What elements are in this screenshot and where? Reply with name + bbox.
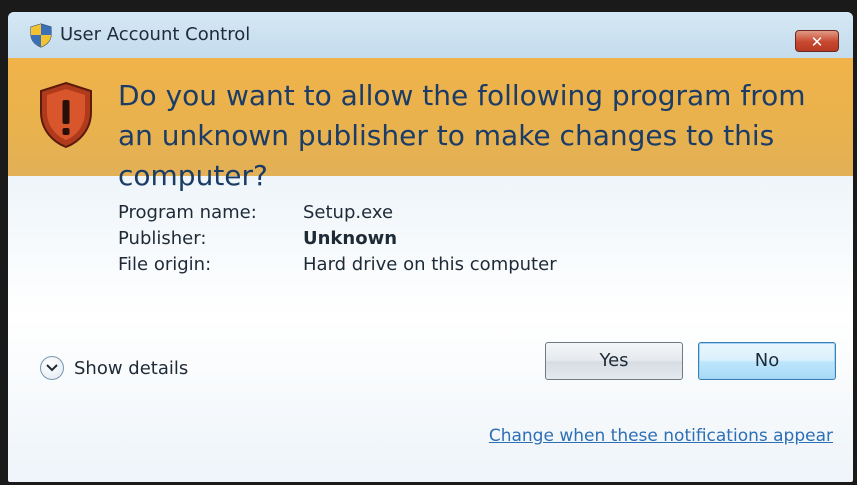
warning-shield-icon — [36, 80, 96, 150]
title-bar: User Account Control ✕ — [8, 12, 853, 58]
no-button[interactable]: No — [698, 342, 836, 380]
publisher-value: Unknown — [303, 228, 398, 249]
change-notifications-link[interactable]: Change when these notifications appear — [489, 426, 833, 446]
uac-shield-icon — [28, 22, 54, 48]
publisher-label: Publisher: — [118, 228, 207, 249]
program-name-label: Program name: — [118, 202, 257, 223]
chevron-down-icon[interactable] — [40, 356, 64, 380]
show-details-label[interactable]: Show details — [74, 358, 188, 379]
yes-button[interactable]: Yes — [545, 342, 683, 380]
warning-banner: Do you want to allow the following progr… — [8, 58, 853, 192]
file-origin-value: Hard drive on this computer — [303, 254, 557, 275]
show-details-toggle[interactable]: Show details — [40, 354, 188, 382]
uac-dialog: User Account Control ✕ Do you want to al… — [8, 12, 853, 482]
question-text: Do you want to allow the following progr… — [118, 79, 806, 192]
window-title: User Account Control — [60, 24, 251, 45]
file-origin-label: File origin: — [118, 254, 212, 275]
close-button[interactable]: ✕ — [795, 30, 839, 52]
program-name-value: Setup.exe — [303, 202, 394, 223]
